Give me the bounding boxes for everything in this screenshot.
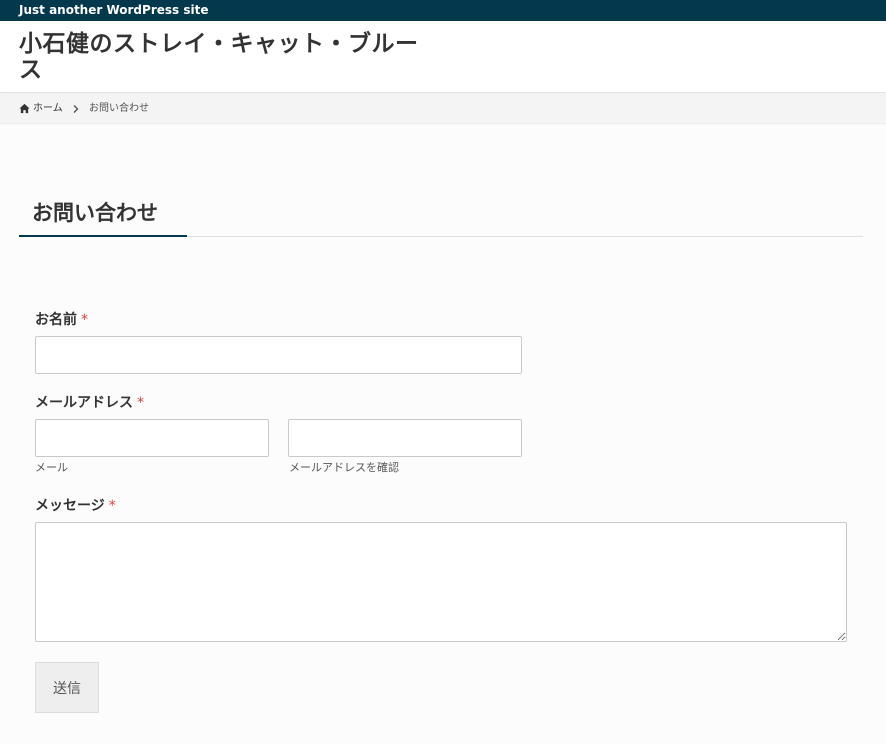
page-title: お問い合わせ bbox=[32, 201, 158, 225]
home-icon bbox=[19, 103, 30, 114]
breadcrumb-home-link[interactable]: ホーム bbox=[33, 102, 63, 116]
email-sublabel: メール bbox=[35, 461, 68, 474]
required-mark: * bbox=[81, 312, 88, 328]
name-label-text: お名前 bbox=[35, 312, 77, 328]
site-header: 小石健のストレイ・キャット・ブルース bbox=[0, 21, 886, 93]
email-confirm-input[interactable] bbox=[288, 419, 522, 457]
breadcrumb-current: お問い合わせ bbox=[89, 103, 149, 114]
email-label: メールアドレス * bbox=[35, 394, 144, 412]
chevron-right-icon bbox=[73, 105, 79, 113]
submit-button[interactable]: 送信 bbox=[35, 662, 99, 713]
required-mark: * bbox=[108, 498, 116, 514]
site-title[interactable]: 小石健のストレイ・キャット・ブルース bbox=[19, 31, 419, 83]
site-tagline: Just another WordPress site bbox=[19, 3, 209, 17]
message-textarea[interactable] bbox=[35, 522, 847, 642]
message-label: メッセージ * bbox=[35, 497, 116, 515]
email-input[interactable] bbox=[35, 419, 269, 457]
breadcrumb: ホーム お問い合わせ bbox=[0, 94, 886, 124]
email-label-text: メールアドレス bbox=[35, 395, 133, 411]
heading-underline bbox=[19, 235, 187, 237]
name-label: お名前 * bbox=[35, 311, 88, 329]
name-input[interactable] bbox=[35, 336, 522, 374]
top-bar: Just another WordPress site bbox=[0, 0, 886, 21]
message-label-text: メッセージ bbox=[35, 498, 105, 514]
email-confirm-sublabel: メールアドレスを確認 bbox=[289, 461, 399, 474]
required-mark: * bbox=[137, 395, 144, 411]
page-heading: お問い合わせ bbox=[19, 193, 863, 237]
